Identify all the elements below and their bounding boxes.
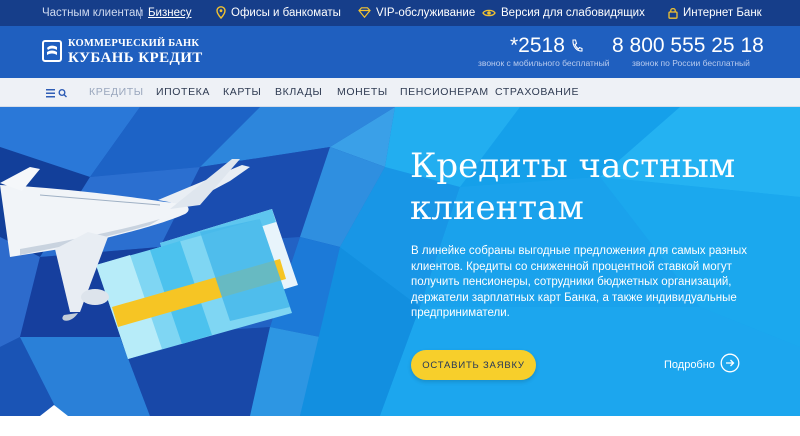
short-phone-value: *2518: [510, 34, 565, 57]
arrow-right-circle-icon[interactable]: [720, 353, 740, 373]
apply-button[interactable]: ОСТАВИТЬ ЗАЯВКУ: [411, 350, 536, 380]
vip-link[interactable]: VIP-обслуживание: [358, 0, 475, 26]
page-bottom-area: [0, 416, 800, 436]
nav-item-credits[interactable]: КРЕДИТЫ: [89, 78, 144, 107]
nav-item-pensioners[interactable]: ПЕНСИОНЕРАМ: [400, 78, 489, 107]
long-phone-number[interactable]: 8 800 555 25 18: [612, 34, 764, 58]
hero-description: В линейке собраны выгодные предложения д…: [411, 245, 748, 319]
menu-search-button[interactable]: [44, 85, 70, 101]
short-phone-note: звонок с мобильного бесплатный: [478, 58, 610, 68]
internet-bank-link[interactable]: Интернет Банк: [668, 0, 762, 26]
main-navigation: КРЕДИТЫ ИПОТЕКА КАРТЫ ВКЛАДЫ МОНЕТЫ ПЕНС…: [0, 78, 800, 107]
nav-item-coins[interactable]: МОНЕТЫ: [337, 78, 388, 107]
low-vision-label: Версия для слабовидящих: [501, 7, 645, 19]
nav-item-deposits[interactable]: ВКЛАДЫ: [275, 78, 322, 107]
business-link[interactable]: Бизнесу: [148, 0, 192, 26]
logo-emblem-icon: [47, 45, 57, 55]
phone-handset-icon: [572, 39, 583, 53]
nav-item-insurance[interactable]: СТРАХОВАНИЕ: [495, 78, 579, 107]
private-clients-link[interactable]: Частным клиентам: [42, 0, 143, 26]
nav-item-mortgage[interactable]: ИПОТЕКА: [156, 78, 210, 107]
offices-link[interactable]: Офисы и банкоматы: [216, 0, 341, 26]
logo-subtitle[interactable]: КОММЕРЧЕСКИЙ БАНК: [68, 38, 199, 49]
bank-logo-icon[interactable]: [42, 40, 62, 62]
short-phone-number[interactable]: *2518: [510, 34, 583, 58]
top-utility-bar: Частным клиентам Бизнесу Офисы и банкома…: [0, 0, 800, 26]
diamond-icon: [358, 7, 371, 19]
hamburger-search-icon: [46, 88, 67, 98]
logo-title[interactable]: КУБАНЬ КРЕДИТ: [68, 50, 203, 67]
site-header: КОММЕРЧЕСКИЙ БАНК КУБАНЬ КРЕДИТ *2518 зв…: [0, 26, 800, 78]
lock-icon: [668, 7, 678, 19]
nav-item-cards[interactable]: КАРТЫ: [223, 78, 261, 107]
hero-title: Кредиты частным клиентам: [410, 146, 736, 228]
low-vision-link[interactable]: Версия для слабовидящих: [482, 0, 645, 26]
vip-label: VIP-обслуживание: [376, 7, 476, 19]
offices-label: Офисы и банкоматы: [231, 7, 341, 19]
internet-bank-label: Интернет Банк: [683, 7, 762, 19]
long-phone-note: звонок по России бесплатный: [632, 58, 750, 68]
location-pin-icon: [216, 6, 226, 20]
hero-banner: Кредиты частным клиентам В линейке собра…: [0, 107, 800, 416]
more-details-link[interactable]: Подробно: [664, 351, 715, 379]
eye-icon: [482, 9, 496, 17]
topbar-divider: [140, 7, 141, 19]
